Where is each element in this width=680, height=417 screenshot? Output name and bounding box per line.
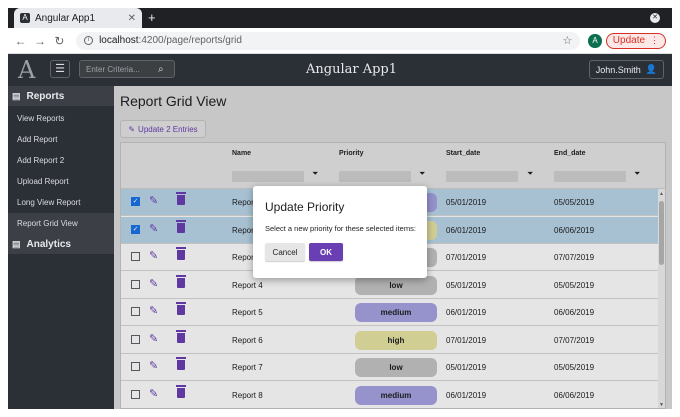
sidebar-section-label: Reports — [26, 90, 65, 102]
sidebar-item-long-view-report[interactable]: Long View Report — [8, 192, 114, 213]
hamburger-menu-button[interactable]: ☰ — [50, 60, 70, 78]
browser-toolbar: ← → ↻ i localhost:4200/page/reports/grid… — [8, 28, 672, 54]
search-icon[interactable]: ⌕ — [158, 64, 164, 75]
criteria-input[interactable] — [80, 61, 158, 77]
tab-strip: A Angular App1 ✕ + ✕ — [8, 8, 672, 28]
sidebar-item-add-report-2[interactable]: Add Report 2 — [8, 150, 114, 171]
cancel-button[interactable]: Cancel — [265, 243, 305, 261]
url-path: :4200/page/reports/grid — [138, 35, 242, 46]
user-name: John.Smith — [595, 64, 641, 75]
sidebar-item-add-report[interactable]: Add Report — [8, 129, 114, 150]
update-priority-dialog: Update Priority Select a new priority fo… — [253, 186, 427, 278]
sidebar-section-label: Analytics — [26, 238, 71, 250]
reload-icon[interactable]: ↻ — [53, 34, 66, 48]
tab-close-icon[interactable]: ✕ — [128, 13, 136, 24]
bookmark-star-icon[interactable]: ☆ — [563, 34, 573, 47]
site-info-icon[interactable]: i — [84, 36, 94, 45]
forward-icon[interactable]: → — [33, 34, 46, 48]
sidebar-section-analytics[interactable]: ▤ Analytics — [8, 234, 114, 254]
sidebar-item-report-grid-view[interactable]: Report Grid View — [8, 213, 114, 234]
new-tab-button[interactable]: + — [148, 10, 156, 25]
dialog-title: Update Priority — [265, 200, 345, 214]
ok-button[interactable]: OK — [309, 243, 343, 261]
user-menu-button[interactable]: John.Smith 👤 — [588, 60, 664, 79]
criteria-search: ⌕ — [79, 60, 175, 78]
browser-window: A Angular App1 ✕ + ✕ ← → ↻ i localhost:4… — [8, 8, 672, 409]
app-header: A ☰ ⌕ Angular App1 John.Smith 👤 — [8, 54, 672, 86]
browser-update-button[interactable]: Update ⋮ — [605, 32, 667, 49]
dialog-message: Select a new priority for these selected… — [265, 224, 416, 233]
profile-avatar[interactable]: A — [588, 33, 602, 48]
document-icon: ▤ — [12, 238, 21, 249]
url-host: localhost — [99, 35, 139, 46]
document-icon: ▤ — [12, 90, 21, 101]
address-bar[interactable]: i localhost:4200/page/reports/grid ☆ — [76, 31, 581, 50]
sidebar-item-upload-report[interactable]: Upload Report — [8, 171, 114, 192]
browser-tab[interactable]: A Angular App1 ✕ — [14, 8, 142, 28]
back-icon[interactable]: ← — [14, 34, 27, 48]
app-logo: A — [18, 56, 36, 84]
more-menu-icon: ⋮ — [650, 35, 660, 45]
sidebar: ▤ Reports View Reports Add Report Add Re… — [8, 86, 114, 409]
tab-favicon-icon: A — [20, 13, 30, 23]
user-icon: 👤 — [645, 64, 657, 74]
window-close-button[interactable]: ✕ — [650, 13, 660, 23]
app-title: Angular App1 — [306, 62, 398, 77]
browser-update-label: Update — [612, 35, 646, 46]
tab-title: Angular App1 — [35, 12, 96, 24]
sidebar-section-reports[interactable]: ▤ Reports — [8, 86, 114, 106]
sidebar-item-view-reports[interactable]: View Reports — [8, 108, 114, 129]
